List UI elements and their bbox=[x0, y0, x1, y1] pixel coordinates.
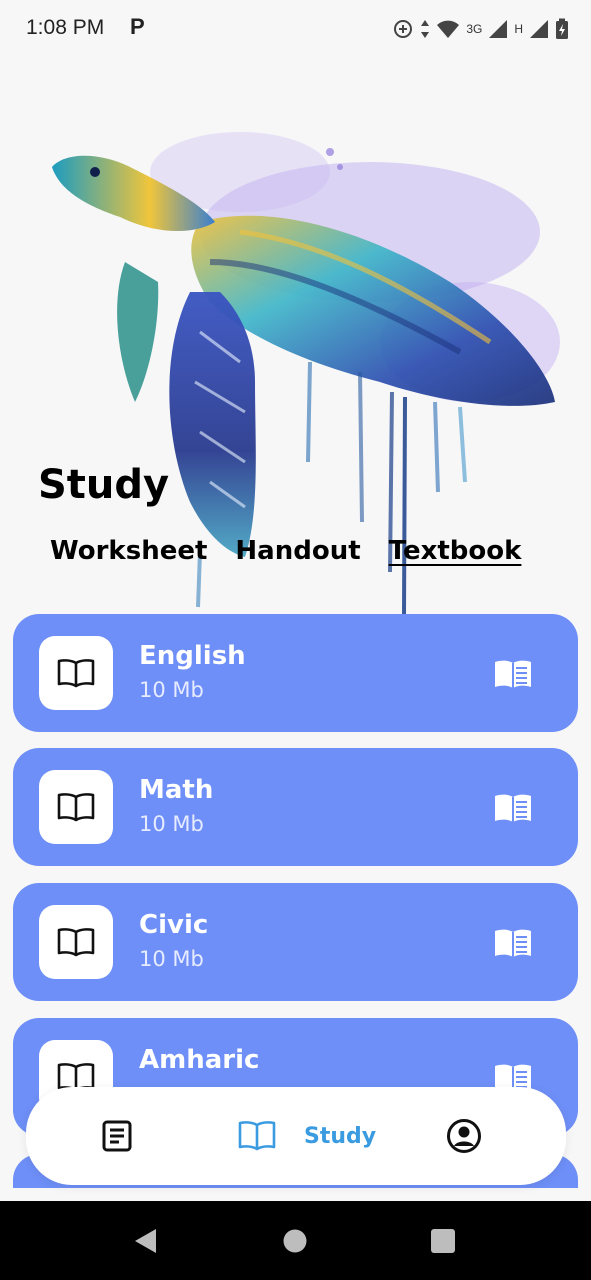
nav-documents[interactable] bbox=[100, 1087, 134, 1185]
read-book-icon[interactable] bbox=[494, 927, 532, 959]
book-icon-box bbox=[39, 636, 113, 710]
subject-size: 10 Mb bbox=[139, 947, 204, 971]
subject-size: 10 Mb bbox=[139, 812, 204, 836]
wifi-icon bbox=[437, 20, 460, 38]
read-book-icon[interactable] bbox=[494, 792, 532, 824]
nav-study[interactable]: Study bbox=[238, 1087, 376, 1185]
system-nav-bar bbox=[0, 1201, 591, 1280]
subject-title: Math bbox=[139, 775, 214, 805]
back-icon[interactable] bbox=[132, 1227, 160, 1255]
book-icon-box bbox=[39, 770, 113, 844]
bottom-nav: Study bbox=[26, 1087, 566, 1185]
subject-title: English bbox=[139, 641, 246, 671]
document-list-icon bbox=[102, 1120, 132, 1152]
network-3g-label: 3G bbox=[466, 22, 483, 36]
data-saver-icon bbox=[394, 20, 413, 38]
subject-card-math[interactable]: Math 10 Mb bbox=[13, 748, 578, 866]
open-book-icon bbox=[57, 793, 95, 822]
open-book-icon bbox=[57, 659, 95, 688]
open-book-icon bbox=[238, 1121, 276, 1151]
tab-handout[interactable]: Handout bbox=[235, 536, 360, 566]
subject-card-civic[interactable]: Civic 10 Mb bbox=[13, 883, 578, 1001]
network-h-label: H bbox=[514, 22, 523, 36]
nav-profile[interactable] bbox=[446, 1087, 482, 1185]
signal-icon bbox=[530, 20, 548, 38]
subject-title: Amharic bbox=[139, 1045, 260, 1075]
status-time: 1:08 PM bbox=[26, 16, 105, 39]
subject-size: 10 Mb bbox=[139, 678, 204, 702]
profile-icon bbox=[447, 1119, 481, 1153]
tab-worksheet[interactable]: Worksheet bbox=[50, 536, 207, 566]
open-book-icon bbox=[57, 928, 95, 957]
app-indicator: P bbox=[130, 14, 145, 39]
status-bar: 1:08 PM P 3G H bbox=[0, 0, 591, 60]
tab-textbook[interactable]: Textbook bbox=[389, 536, 522, 566]
data-arrows-icon bbox=[421, 20, 430, 38]
read-book-icon[interactable] bbox=[494, 658, 532, 690]
status-icons: 3G H bbox=[392, 18, 569, 40]
home-icon[interactable] bbox=[282, 1227, 308, 1255]
subject-card-english[interactable]: English 10 Mb bbox=[13, 614, 578, 732]
signal-icon bbox=[489, 20, 508, 38]
nav-study-label: Study bbox=[304, 1123, 377, 1149]
recents-icon[interactable] bbox=[430, 1227, 456, 1255]
page-title: Study bbox=[38, 462, 170, 508]
book-icon-box bbox=[39, 905, 113, 979]
subject-title: Civic bbox=[139, 910, 209, 940]
category-tabs: Worksheet Handout Textbook bbox=[50, 536, 521, 566]
battery-icon bbox=[556, 18, 568, 39]
